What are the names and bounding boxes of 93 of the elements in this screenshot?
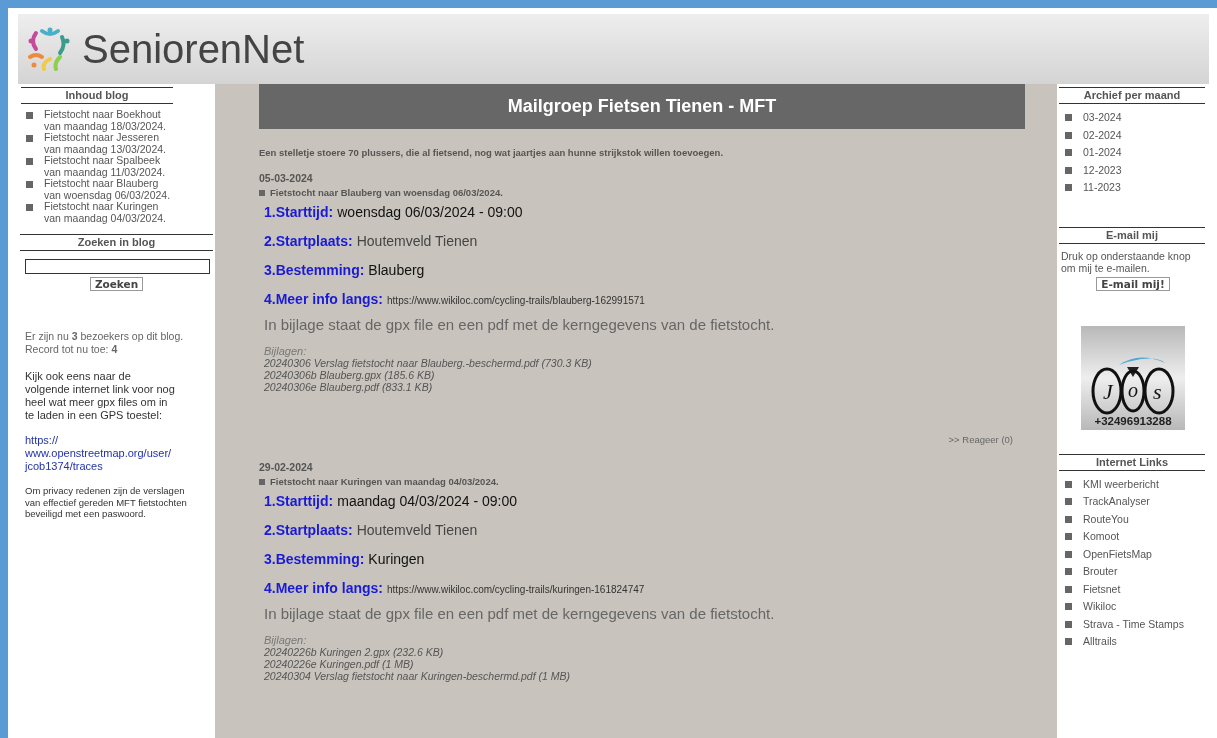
blog-post-link[interactable]: Fietstocht naar Spalbeek van maandag 11/03/2024. [44,155,174,178]
archive-link[interactable]: 03-2024 [1083,109,1122,127]
widget-title: Inhoud blog [21,87,173,104]
info-link[interactable]: https://www.wikiloc.com/cycling-trails/blauberg-162991571 [387,295,645,306]
field-label: 1.Starttijd: [264,204,334,220]
bullet-icon [26,204,33,211]
external-link[interactable]: OpenFietsMap [1083,545,1152,563]
archive-link[interactable]: 12-2023 [1083,161,1122,179]
archive-link[interactable]: 02-2024 [1083,126,1122,144]
bullet-icon [1065,480,1072,488]
attachment-link[interactable]: 20240226b Kuringen 2.gpx (232.6 KB) [264,646,1025,658]
attachment-link[interactable]: 20240306b Blauberg.gpx (185.6 KB) [264,369,1025,381]
field-label: 4.Meer info langs: [264,291,384,307]
attachment-link[interactable]: 20240304 Verslag fietstocht naar Kuringen-beschermd.pdf (1 MB) [264,670,1025,682]
external-link[interactable]: Strava - Time Stamps [1083,615,1184,633]
reply-link[interactable]: >> Reageer (0) [948,434,1013,445]
phone-number: +32496913288 [1094,414,1172,427]
blog-intro: Een stelletje stoere 70 plussers, die al fietsend, nog wat jaartjes aan hunne strijkstok willen toevoegen. [259,147,725,158]
privacy-text: Om privacy redenen zijn de verslagen van effectief gereden MFT fietstochten beveiligd met een paswoord. [25,485,188,520]
field-label: 4.Meer info langs: [264,580,384,596]
external-link[interactable]: RouteYou [1083,510,1129,528]
bullet-icon [1065,166,1072,174]
info-link[interactable]: https://www.wikiloc.com/cycling-trails/kuringen-161824747 [387,584,645,595]
field-label: 3.Bestemming: [264,262,365,278]
bullet-icon [1065,114,1072,122]
attachments-label: Bijlagen: [264,634,308,646]
archive-link[interactable]: 01-2024 [1083,144,1122,162]
bullet-icon [1065,498,1072,506]
external-link[interactable]: Komoot [1083,528,1120,546]
attachment-link[interactable]: 20240226e Kuringen.pdf (1 MB) [264,658,1025,670]
field-value: Blauberg [368,262,425,278]
field-label: 2.Startplaats: [264,233,353,249]
bullet-icon [26,135,33,142]
bicycle-drawing: J o s [1089,352,1177,415]
blog-post-link[interactable]: Fietstocht naar Jesseren van maandag 13/03/2024. [44,132,174,155]
blog-post-link[interactable]: Fietstocht naar Boekhout van maandag 18/03/2024. [44,109,174,132]
bullet-icon [1065,568,1072,576]
bullet-icon [259,189,265,196]
bullet-icon [259,478,265,485]
external-link[interactable]: TrackAnalyser [1083,493,1150,511]
post-date: 29-02-2024 [259,461,314,473]
bullet-icon [1065,515,1072,523]
visitor-count: Record tot nu toe: 4 [25,343,119,356]
field-value: Houtemveld Tienen [356,233,478,249]
external-link[interactable]: Alltrails [1083,633,1117,651]
bullet-icon [1065,550,1072,558]
field-value: woensdag 06/03/2024 - 09:00 [337,204,523,220]
bullet-icon [26,181,33,188]
bullet-icon [26,112,33,119]
post-title[interactable]: Fietstocht naar Blauberg van woensdag 06/03/2024. [270,187,503,198]
email-button[interactable]: E-mail mij! [1096,276,1170,291]
visitor-count: Er zijn nu 3 bezoekers op dit blog. [25,330,185,343]
bullet-icon [1065,638,1072,646]
bullet-icon [1065,184,1072,192]
email-text: Druk op onderstaande knop om mij te e-mailen. [1061,249,1192,274]
bullet-icon [1065,533,1072,541]
post-date: 05-03-2024 [259,172,314,184]
post-description: In bijlage staat de gpx file en een pdf met de kerngegevens van de fietstocht. [264,605,776,622]
archive-link[interactable]: 11-2023 [1083,179,1121,197]
widget-title: Zoeken in blog [20,234,213,251]
post-title[interactable]: Fietstocht naar Kuringen van maandag 04/03/2024. [270,476,499,487]
external-link[interactable]: KMI weerbericht [1083,475,1159,493]
search-button[interactable]: Zoeken [89,277,144,291]
note-text: Kijk ook eens naar de volgende internet link voor nog heel wat meer gpx files om in te laden in een GPS toestel: [25,370,175,422]
bullet-icon [1065,603,1072,611]
field-value: Kuringen [368,551,425,567]
field-label: 2.Startplaats: [264,522,353,538]
attachments-label: Bijlagen: [264,345,308,357]
bullet-icon [1065,149,1072,157]
external-link[interactable]: Fietsnet [1083,580,1121,598]
external-link[interactable]: Brouter [1083,563,1118,581]
bullet-icon [1065,585,1072,593]
blog-post-link[interactable]: Fietstocht naar Kuringen van maandag 04/03/2024. [44,201,174,224]
external-link[interactable]: Wikiloc [1083,598,1117,616]
attachment-link[interactable]: 20240306e Blauberg.pdf (833.1 KB) [264,381,1025,393]
logo-icon [26,27,72,71]
post-description: In bijlage staat de gpx file en een pdf met de kerngegevens van de fietstocht. [264,316,776,333]
field-label: 1.Starttijd: [264,493,334,509]
widget-title: Internet Links [1059,453,1205,471]
site-name[interactable]: SeniorenNet [82,26,305,72]
field-label: 3.Bestemming: [264,551,365,567]
search-field[interactable] [25,259,210,274]
widget-title: E-mail mij [1059,226,1205,244]
traces-link[interactable]: https:// www.openstreetmap.org/user/ jcob1374/traces [25,434,185,473]
attachment-link[interactable]: 20240306 Verslag fietstocht naar Blauberg.-beschermd.pdf (730.3 KB) [264,357,1025,369]
field-value: maandag 04/03/2024 - 09:00 [337,493,518,509]
blog-post-link[interactable]: Fietstocht naar Blauberg van woensdag 06/03/2024. [44,178,174,201]
widget-title: Archief per maand [1059,87,1205,104]
blog-title-banner: Mailgroep Fietsen Tienen - MFT [259,84,1025,129]
bullet-icon [1065,131,1072,139]
bullet-icon [26,158,33,165]
bullet-icon [1065,620,1072,628]
field-value: Houtemveld Tienen [356,522,478,538]
